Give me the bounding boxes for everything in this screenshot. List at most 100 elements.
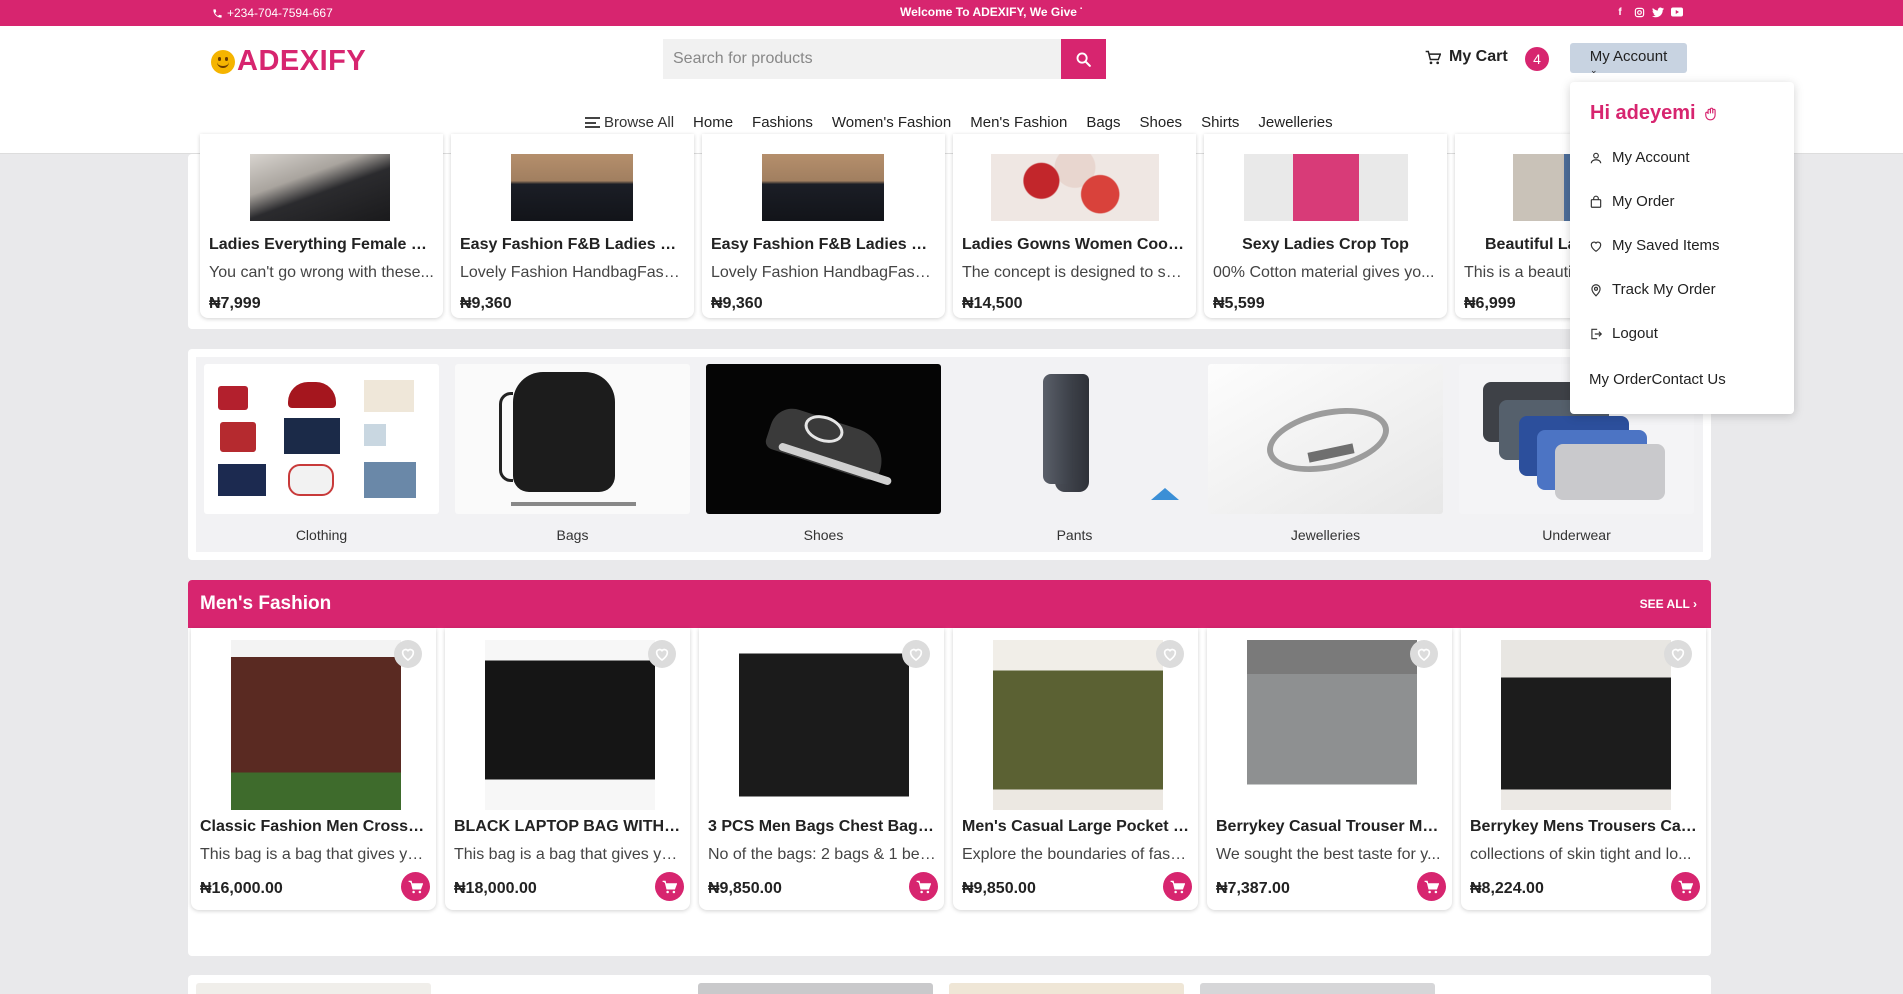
menu-item-label: My Saved Items — [1612, 237, 1720, 254]
category-image — [204, 364, 439, 514]
menu-item-label: My OrderContact Us — [1589, 371, 1726, 388]
nav-item-shoes[interactable]: Shoes — [1140, 114, 1183, 131]
product-title: Classic Fashion Men Crossbod... — [200, 818, 428, 835]
wishlist-heart-button[interactable] — [648, 640, 676, 668]
product-card[interactable]: Berrykey Casual Trouser Men ... We sough… — [1207, 628, 1452, 910]
category-shoes[interactable]: Shoes — [706, 364, 941, 543]
add-to-cart-button[interactable] — [401, 872, 430, 901]
phone-number: +234-704-7594-667 — [227, 6, 333, 20]
product-price: ₦14,500 — [962, 295, 1023, 312]
cart-link[interactable]: My Cart — [1425, 48, 1508, 66]
product-image — [991, 154, 1159, 221]
menu-item-saved-items[interactable]: My Saved Items — [1589, 237, 1720, 254]
nav-item-bags[interactable]: Bags — [1086, 114, 1120, 131]
category-clothing[interactable]: Clothing — [204, 364, 439, 543]
heart-icon — [401, 648, 415, 661]
waving-hand-icon — [1704, 107, 1716, 120]
product-title: Men's Casual Large Pocket W... — [962, 818, 1190, 835]
category-jewelleries[interactable]: Jewelleries — [1208, 364, 1443, 543]
mens-fashion-header: Men's Fashion SEE ALL › — [188, 580, 1711, 628]
menu-item-track-order[interactable]: Track My Order — [1589, 281, 1716, 298]
category-bags[interactable]: Bags — [455, 364, 690, 543]
wishlist-heart-button[interactable] — [1664, 640, 1692, 668]
menu-item-my-order[interactable]: My Order — [1589, 193, 1675, 210]
nav-item-shirts[interactable]: Shirts — [1201, 114, 1239, 131]
menu-item-my-account[interactable]: My Account — [1589, 149, 1690, 166]
site-logo[interactable]: ADEXIFY — [211, 45, 366, 78]
product-price: ₦5,599 — [1213, 295, 1265, 312]
product-card[interactable]: BLACK LAPTOP BAG WITH A... This bag is a… — [445, 628, 690, 910]
product-card[interactable]: Sexy Ladies Crop Top 00% Cotton material… — [1204, 134, 1447, 318]
search-input[interactable] — [663, 39, 1061, 79]
wishlist-heart-button[interactable] — [394, 640, 422, 668]
youtube-icon[interactable] — [1671, 6, 1683, 18]
product-card[interactable]: Easy Fashion F&B Ladies Han... Lovely Fa… — [451, 134, 694, 318]
category-label: Bags — [556, 527, 589, 543]
add-to-cart-button[interactable] — [1671, 872, 1700, 901]
product-description: We sought the best taste for y... — [1216, 846, 1441, 863]
product-card[interactable]: Men's Casual Large Pocket W... Explore t… — [953, 628, 1198, 910]
facebook-icon[interactable]: f — [1614, 6, 1626, 18]
twitter-icon[interactable] — [1652, 6, 1664, 18]
product-price: ₦18,000.00 — [454, 880, 537, 897]
add-to-cart-button[interactable] — [1417, 872, 1446, 901]
category-label: Underwear — [1542, 527, 1611, 543]
product-image — [1244, 154, 1408, 221]
product-title: Sexy Ladies Crop Top — [1242, 236, 1409, 253]
search-button[interactable] — [1061, 39, 1106, 79]
phone-contact[interactable]: +234-704-7594-667 — [212, 6, 333, 20]
account-dropdown-menu: Hi adeyemi My Account My Order My Saved … — [1570, 82, 1794, 414]
product-title: Berrykey Casual Trouser Men ... — [1216, 818, 1444, 835]
menu-icon — [585, 117, 600, 128]
add-to-cart-button[interactable] — [655, 872, 684, 901]
add-to-cart-button[interactable] — [1163, 872, 1192, 901]
heart-icon — [909, 648, 923, 661]
product-description: Explore the boundaries of fash... — [962, 846, 1190, 863]
heart-icon — [1671, 648, 1685, 661]
menu-item-logout[interactable]: Logout — [1589, 325, 1658, 342]
nav-item-fashions[interactable]: Fashions — [752, 114, 813, 131]
chevron-right-icon: › — [1693, 597, 1697, 611]
wishlist-heart-button[interactable] — [1156, 640, 1184, 668]
welcome-marquee: Welcome To ADEXIFY, We Give Th — [900, 5, 1082, 19]
menu-item-label: Logout — [1612, 325, 1658, 342]
my-account-button[interactable]: My Account ⌄ — [1570, 43, 1687, 75]
account-button-label: My Account — [1589, 48, 1668, 65]
womens-products-panel: Ladies Everything Female Wo... You can't… — [188, 134, 1711, 329]
category-pants[interactable]: Pants — [957, 364, 1192, 543]
browse-all-button[interactable]: Browse All — [585, 114, 674, 131]
product-card[interactable]: Easy Fashion F&B Ladies Han... Lovely Fa… — [702, 134, 945, 318]
product-title: Easy Fashion F&B Ladies Han... — [460, 236, 686, 253]
see-all-link[interactable]: SEE ALL › — [1640, 597, 1697, 611]
wishlist-heart-button[interactable] — [902, 640, 930, 668]
product-card[interactable]: Berrykey Mens Trousers Casu... collectio… — [1461, 628, 1706, 910]
browse-all-label: Browse All — [604, 114, 675, 131]
next-section-panel — [188, 975, 1711, 994]
cart-icon — [662, 880, 677, 893]
category-label: Pants — [1056, 527, 1093, 543]
user-icon — [1590, 152, 1602, 163]
product-image — [762, 154, 884, 221]
nav-item-mens-fashion[interactable]: Men's Fashion — [970, 114, 1067, 131]
category-label: Clothing — [295, 527, 348, 543]
add-to-cart-button[interactable] — [909, 872, 938, 901]
cart-label: My Cart — [1449, 48, 1508, 65]
nav-item-jewelleries[interactable]: Jewelleries — [1258, 114, 1332, 131]
product-image — [993, 640, 1163, 810]
nav-item-home[interactable]: Home — [693, 114, 733, 131]
menu-item-order-contact[interactable]: My OrderContact Us — [1589, 371, 1726, 388]
product-description: Lovely Fashion HandbagFashi... — [711, 264, 937, 281]
product-card[interactable]: Ladies Everything Female Wo... You can't… — [200, 134, 443, 318]
product-card[interactable]: Ladies Gowns Women Coope... The concept … — [953, 134, 1196, 318]
nav-item-womens-fashion[interactable]: Women's Fashion — [832, 114, 951, 131]
product-card[interactable]: 3 PCS Men Bags Chest Bags C... No of the… — [699, 628, 944, 910]
location-pin-icon — [1591, 283, 1601, 297]
cart-icon — [1170, 880, 1185, 893]
wishlist-heart-button[interactable] — [1410, 640, 1438, 668]
product-card[interactable]: Classic Fashion Men Crossbod... This bag… — [191, 628, 436, 910]
instagram-icon[interactable] — [1633, 6, 1645, 18]
category-image — [455, 364, 690, 514]
phone-icon — [213, 8, 222, 18]
partial-image — [196, 983, 431, 994]
product-title: Easy Fashion F&B Ladies Han... — [711, 236, 937, 253]
